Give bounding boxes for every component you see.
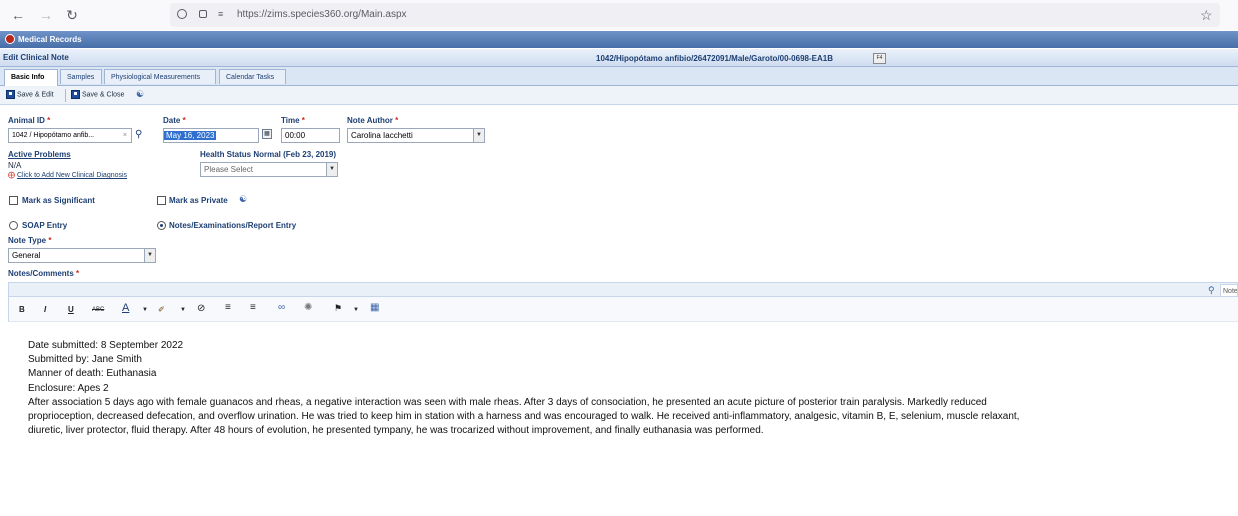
tab-basic-info[interactable]: Basic Info	[4, 69, 58, 86]
bullet-list-icon[interactable]: ≡	[225, 302, 231, 313]
search-icon[interactable]: ⚲	[135, 129, 142, 140]
add-diagnosis-label: Click to Add New Clinical Diagnosis	[16, 172, 128, 179]
shield-icon[interactable]	[177, 9, 187, 19]
editor-line: Submitted by: Jane Smith	[28, 354, 142, 366]
note-author-value: Carolina Iacchetti	[351, 131, 413, 140]
chevron-down-icon: ▼	[144, 249, 155, 262]
font-color-icon[interactable]: A	[122, 302, 129, 314]
clear-icon[interactable]: ×	[123, 129, 127, 143]
pin-icon[interactable]: ⚲	[1208, 285, 1215, 296]
numbered-list-icon[interactable]: ≡	[250, 302, 256, 313]
notes-editor-body[interactable]: Date submitted: 8 September 2022 Submitt…	[28, 339, 1038, 438]
tab-calendar-tasks[interactable]: Calendar Tasks	[219, 69, 286, 84]
animal-id-value: 1042 / Hipopótamo anfib...	[12, 132, 95, 139]
note-type-label: Note Type *	[8, 236, 52, 245]
style-brush-icon[interactable]: ⚑	[334, 303, 342, 314]
health-status-label: Health Status Normal (Feb 23, 2019)	[200, 150, 337, 159]
animal-id-label: Animal ID *	[8, 116, 51, 125]
chevron-down-icon: ▼	[326, 163, 337, 176]
mark-private-checkbox[interactable]	[157, 196, 166, 205]
editor-header	[8, 282, 1238, 297]
soap-entry-radio[interactable]	[9, 221, 18, 230]
url-text[interactable]: https://zims.species360.org/Main.aspx	[237, 9, 407, 20]
unlink-icon[interactable]: ✺	[304, 302, 312, 313]
page-title: Edit Clinical Note	[3, 53, 69, 62]
note-author-select[interactable]: Carolina Iacchetti ▼	[347, 128, 485, 143]
save-close-label: Save & Close	[82, 91, 125, 99]
notes-entry-radio[interactable]	[157, 221, 166, 230]
forward-arrow-icon[interactable]: →	[38, 7, 54, 23]
medical-logo-icon	[5, 34, 15, 44]
notes-side-tab[interactable]: Note	[1220, 284, 1238, 297]
active-problems-value: N/A	[8, 161, 22, 170]
reload-icon[interactable]: ↻	[64, 7, 80, 23]
editor-toolbar	[8, 297, 1238, 322]
health-status-select[interactable]: Please Select ▼	[200, 162, 338, 177]
editor-line: Manner of death: Euthanasia	[28, 368, 157, 380]
date-field[interactable]: May 16, 2023	[163, 128, 259, 143]
highlight-icon[interactable]: ✐	[158, 305, 165, 314]
editor-line: Enclosure: Apes 2	[28, 382, 109, 394]
active-problems-link[interactable]: Active Problems	[8, 150, 71, 159]
tab-samples[interactable]: Samples	[60, 69, 102, 84]
save-edit-button[interactable]: Save & Edit	[6, 90, 54, 99]
notes-comments-label: Notes/Comments *	[8, 269, 80, 278]
save-icon	[6, 90, 15, 99]
time-label: Time *	[281, 116, 305, 125]
save-close-button[interactable]: Save & Close	[71, 90, 124, 99]
date-value: May 16, 2023	[164, 131, 217, 140]
save-edit-label: Save & Edit	[17, 91, 54, 99]
bold-icon[interactable]: B	[19, 305, 25, 314]
action-toolbar	[0, 86, 1238, 105]
italic-icon[interactable]: I	[44, 305, 46, 314]
health-status-placeholder: Please Select	[204, 165, 253, 174]
underline-icon[interactable]: U	[68, 305, 74, 314]
lock-icon[interactable]	[199, 10, 207, 18]
time-field[interactable]: 00:00	[281, 128, 340, 143]
chevron-down-icon[interactable]: ▼	[353, 307, 359, 313]
chevron-down-icon[interactable]: ▼	[180, 307, 186, 313]
table-icon[interactable]: ▦	[370, 302, 379, 313]
f4-key-button[interactable]: F4	[873, 53, 886, 64]
bookmark-star-icon[interactable]: ☆	[1200, 7, 1213, 24]
add-icon: ⨁	[8, 172, 15, 179]
chevron-down-icon: ▼	[473, 129, 484, 142]
note-type-select[interactable]: General ▼	[8, 248, 156, 263]
mark-private-label: Mark as Private	[169, 196, 228, 205]
eraser-icon[interactable]: ⊘	[197, 303, 205, 314]
app-titlebar	[0, 31, 1238, 48]
record-identifier: 1042/Hipopótamo anfibio/26472091/Male/Ga…	[596, 54, 833, 63]
back-arrow-icon[interactable]: ←	[10, 7, 26, 23]
mark-significant-label: Mark as Significant	[22, 196, 95, 205]
note-type-value: General	[12, 251, 41, 260]
editor-line: Date submitted: 8 September 2022	[28, 340, 184, 351]
chevron-down-icon[interactable]: ▼	[142, 307, 148, 313]
toolbar-divider	[65, 89, 66, 102]
link-icon[interactable]: ∞	[278, 302, 285, 313]
help-icon[interactable]: ☯	[239, 194, 247, 205]
permissions-icon[interactable]: ≡	[218, 9, 223, 19]
calendar-icon[interactable]: ▦	[262, 129, 272, 139]
note-author-label: Note Author *	[347, 116, 399, 125]
date-label: Date *	[163, 116, 186, 125]
animal-id-field[interactable]: 1042 / Hipopótamo anfib... ×	[8, 128, 132, 143]
help-icon[interactable]: ☯	[136, 89, 144, 100]
save-icon	[71, 90, 80, 99]
add-diagnosis-link[interactable]: ⨁ Click to Add New Clinical Diagnosis	[8, 171, 127, 179]
notes-entry-label: Notes/Examinations/Report Entry	[169, 221, 297, 230]
tab-physiological-measurements[interactable]: Physiological Measurements	[104, 69, 216, 84]
editor-line: After association 5 days ago with female…	[28, 396, 1020, 437]
soap-entry-label: SOAP Entry	[22, 221, 68, 230]
app-title: Medical Records	[18, 35, 82, 44]
strikethrough-icon[interactable]: ABC	[92, 307, 104, 313]
mark-significant-checkbox[interactable]	[9, 196, 18, 205]
